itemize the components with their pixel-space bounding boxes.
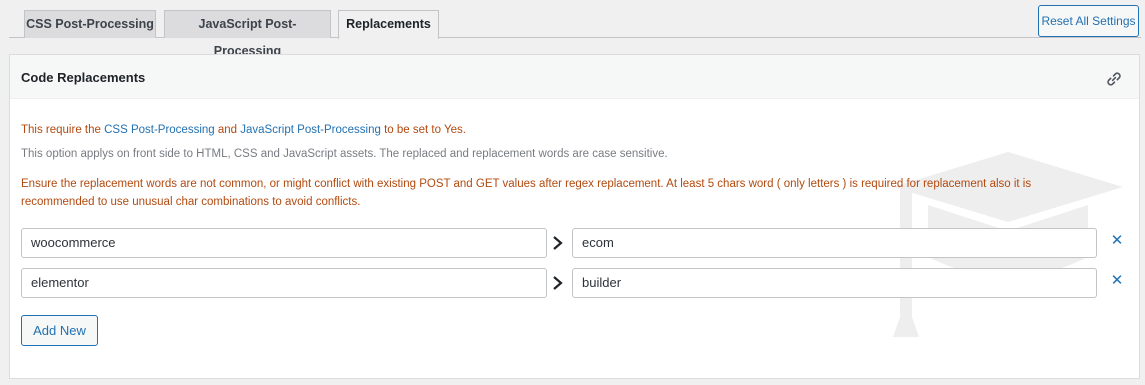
notice-prefix: This require the — [21, 124, 105, 136]
link-icon[interactable] — [1105, 70, 1123, 88]
requirement-notice: This require the CSS Post-Processing and… — [21, 121, 466, 139]
panel-title: Code Replacements — [21, 70, 146, 85]
replacement-word-input[interactable]: ecom — [572, 228, 1097, 258]
panel-header: Code Replacements — [10, 55, 1139, 99]
chevron-right-icon — [553, 276, 563, 290]
reset-all-settings-button[interactable]: Reset All Settings — [1038, 5, 1139, 37]
replacement-warning: Ensure the replacement words are not com… — [21, 178, 1032, 208]
close-icon[interactable]: ✕ — [1110, 233, 1124, 249]
settings-tab-bar: CSS Post-Processing JavaScript Post-Proc… — [0, 0, 1145, 58]
tab-css-post-processing[interactable]: CSS Post-Processing — [24, 10, 156, 38]
notice-suffix: to be set to Yes. — [380, 124, 466, 136]
option-description: This option applys on front side to HTML… — [21, 148, 668, 160]
css-post-processing-link[interactable]: CSS Post-Processing — [104, 124, 215, 136]
replacement-row: elementor builder ✕ — [21, 268, 1126, 298]
notice-middle: and — [214, 124, 241, 136]
replacement-row: woocommerce ecom ✕ — [21, 228, 1126, 258]
tab-replacements[interactable]: Replacements — [338, 10, 439, 39]
code-replacements-panel: Code Replacements This require the CSS P… — [9, 54, 1140, 379]
close-icon[interactable]: ✕ — [1110, 273, 1124, 289]
replaced-word-input[interactable]: woocommerce — [21, 228, 547, 258]
chevron-right-icon — [553, 236, 563, 250]
replacement-word-input[interactable]: builder — [572, 268, 1097, 298]
replaced-word-input[interactable]: elementor — [21, 268, 547, 298]
tab-javascript-post-processing[interactable]: JavaScript Post-Processing — [164, 10, 331, 58]
javascript-post-processing-link[interactable]: JavaScript Post-Processing — [240, 124, 381, 136]
add-new-button[interactable]: Add New — [21, 315, 98, 346]
